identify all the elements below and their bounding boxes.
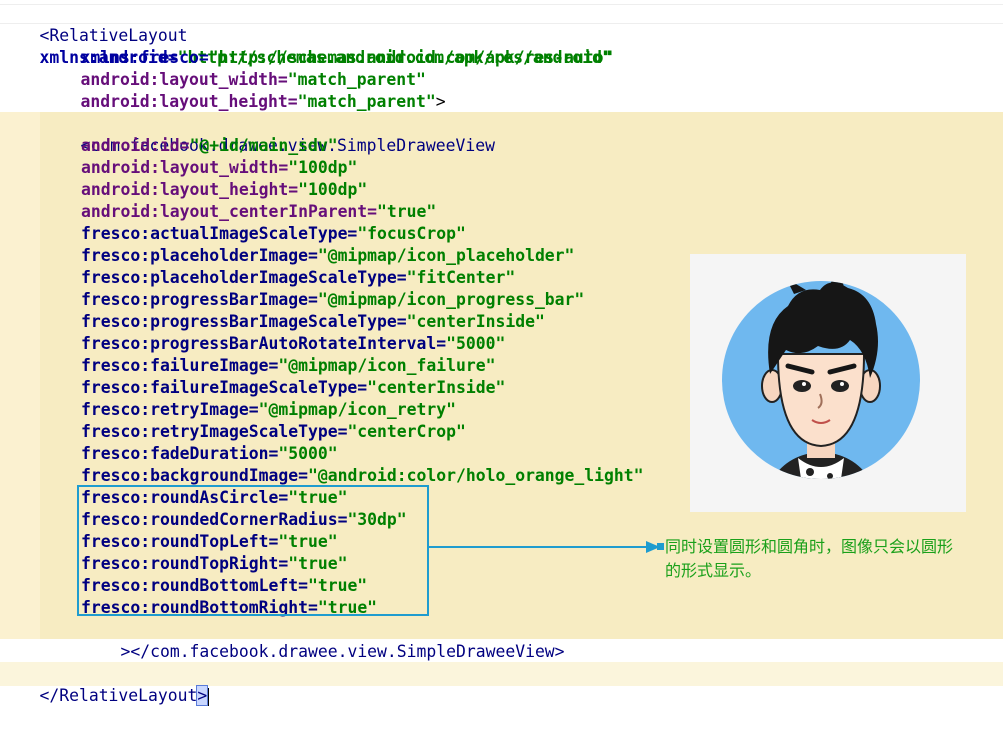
- attribute-name: android:layout_height=: [81, 180, 299, 199]
- sdv-attribute-line[interactable]: fresco:failureImage="@mipmap/icon_failur…: [81, 355, 495, 377]
- attribute-value: "centerCrop": [347, 422, 466, 441]
- sdv-attribute-line[interactable]: fresco:fadeDuration="5000": [81, 443, 338, 465]
- code-line-3[interactable]: android:layout_width="match_parent": [41, 47, 425, 89]
- sdv-attribute-line[interactable]: fresco:retryImageScaleType="centerCrop": [81, 421, 466, 443]
- code-line-4[interactable]: android:layout_height="match_parent">: [41, 69, 445, 111]
- attribute-name: fresco:actualImageScaleType=: [81, 224, 358, 243]
- attribute-value: "@+id/main_sdv": [189, 136, 338, 155]
- text-cursor: [208, 687, 210, 706]
- attribute-name: fresco:fadeDuration=: [81, 444, 279, 463]
- attribute-value: "100dp": [288, 158, 358, 177]
- sdv-attribute-line[interactable]: fresco:progressBarImage="@mipmap/icon_pr…: [81, 289, 584, 311]
- attribute-name: fresco:placeholderImageScaleType=: [81, 268, 407, 287]
- attribute-value: "focusCrop": [357, 224, 466, 243]
- sdv-attribute-line[interactable]: android:layout_centerInParent="true": [81, 201, 436, 223]
- rl-layout-height-value: "match_parent": [297, 92, 436, 111]
- code-line-6[interactable]: <com.facebook.drawee.view.SimpleDraweeVi…: [41, 113, 494, 155]
- attribute-name: fresco:progressBarAutoRotateInterval=: [81, 334, 447, 353]
- relativelayout-close-tag: </RelativeLayout: [39, 686, 198, 705]
- attribute-name: fresco:progressBarImage=: [81, 290, 318, 309]
- sdv-attribute-line[interactable]: android:layout_width="100dp": [81, 157, 357, 179]
- rl-layout-height-attr: android:layout_height=: [80, 92, 298, 111]
- attribute-name: android:id=: [81, 136, 190, 155]
- preview-panel: [690, 254, 966, 512]
- code-line-sdv-close[interactable]: ></com.facebook.drawee.view.SimpleDrawee…: [81, 619, 564, 661]
- attribute-value: "fitCenter": [406, 268, 516, 287]
- attribute-name: fresco:retryImageScaleType=: [81, 422, 348, 441]
- attribute-name: fresco:placeholderImage=: [81, 246, 318, 265]
- attribute-name: fresco:failureImageScaleType=: [81, 378, 368, 397]
- attribute-name: fresco:failureImage=: [81, 356, 279, 375]
- attribute-name: fresco:progressBarImageScaleType=: [81, 312, 407, 331]
- callout-marker-icon: [657, 543, 664, 550]
- attribute-value: "100dp": [298, 180, 368, 199]
- attribute-name: fresco:backgroundImage=: [81, 466, 308, 485]
- round-avatar-image: [722, 281, 920, 479]
- code-line-1[interactable]: <RelativeLayout xmlns:android="http://sc…: [0, 3, 611, 67]
- sdv-attribute-line[interactable]: android:layout_height="100dp": [81, 179, 367, 201]
- attribute-value: "5000": [446, 334, 506, 353]
- block-gutter-highlight: [0, 112, 40, 639]
- sdv-attribute-line[interactable]: fresco:retryImage="@mipmap/icon_retry": [81, 399, 456, 421]
- attribute-value: "@mipmap/icon_retry": [258, 400, 456, 419]
- attribute-name: android:layout_centerInParent=: [81, 202, 378, 221]
- attribute-value: "@android:color/holo_orange_light": [307, 466, 644, 485]
- attribute-name: fresco:retryImage=: [81, 400, 259, 419]
- annotation-line-2: 的形式显示。: [665, 561, 762, 580]
- sdv-attribute-line[interactable]: fresco:progressBarAutoRotateInterval="50…: [81, 333, 505, 355]
- sdv-attribute-line[interactable]: fresco:placeholderImageScaleType="fitCen…: [81, 267, 515, 289]
- attribute-value: "@mipmap/icon_progress_bar": [317, 290, 585, 309]
- sdv-attribute-line[interactable]: android:id="@+id/main_sdv": [81, 135, 338, 157]
- attribute-value: "5000": [278, 444, 338, 463]
- attribute-value: "@mipmap/icon_failure": [278, 356, 496, 375]
- annotation-line-1: 同时设置圆形和圆角时，图像只会以圆形: [665, 537, 954, 556]
- callout-annotation: 同时设置圆形和圆角时，图像只会以圆形 的形式显示。: [665, 535, 995, 583]
- attribute-value: "@mipmap/icon_placeholder": [317, 246, 575, 265]
- sdv-attribute-line[interactable]: fresco:failureImageScaleType="centerInsi…: [81, 377, 505, 399]
- attribute-value: "centerInside": [367, 378, 506, 397]
- attribute-name: android:layout_width=: [81, 158, 289, 177]
- simpledraweeview-close-tag: ></com.facebook.drawee.view.SimpleDrawee…: [120, 642, 565, 661]
- code-line-2[interactable]: xmlns:fresco="http://schemas.android.com…: [41, 25, 613, 67]
- callout-connector-line: [429, 546, 649, 548]
- sdv-attribute-line[interactable]: fresco:backgroundImage="@android:color/h…: [81, 465, 643, 487]
- sdv-attribute-line[interactable]: fresco:progressBarImageScaleType="center…: [81, 311, 545, 333]
- attribute-value: "true": [377, 202, 437, 221]
- attribute-value: "centerInside": [406, 312, 545, 331]
- code-line-rl-close[interactable]: </RelativeLayout>: [0, 663, 210, 706]
- matched-bracket: >: [196, 685, 209, 706]
- rl-open-bracket-close: >: [435, 92, 446, 111]
- sdv-attribute-line[interactable]: fresco:actualImageScaleType="focusCrop": [81, 223, 466, 245]
- sdv-attribute-line[interactable]: fresco:placeholderImage="@mipmap/icon_pl…: [81, 245, 574, 267]
- round-attrs-callout-box: [77, 485, 429, 616]
